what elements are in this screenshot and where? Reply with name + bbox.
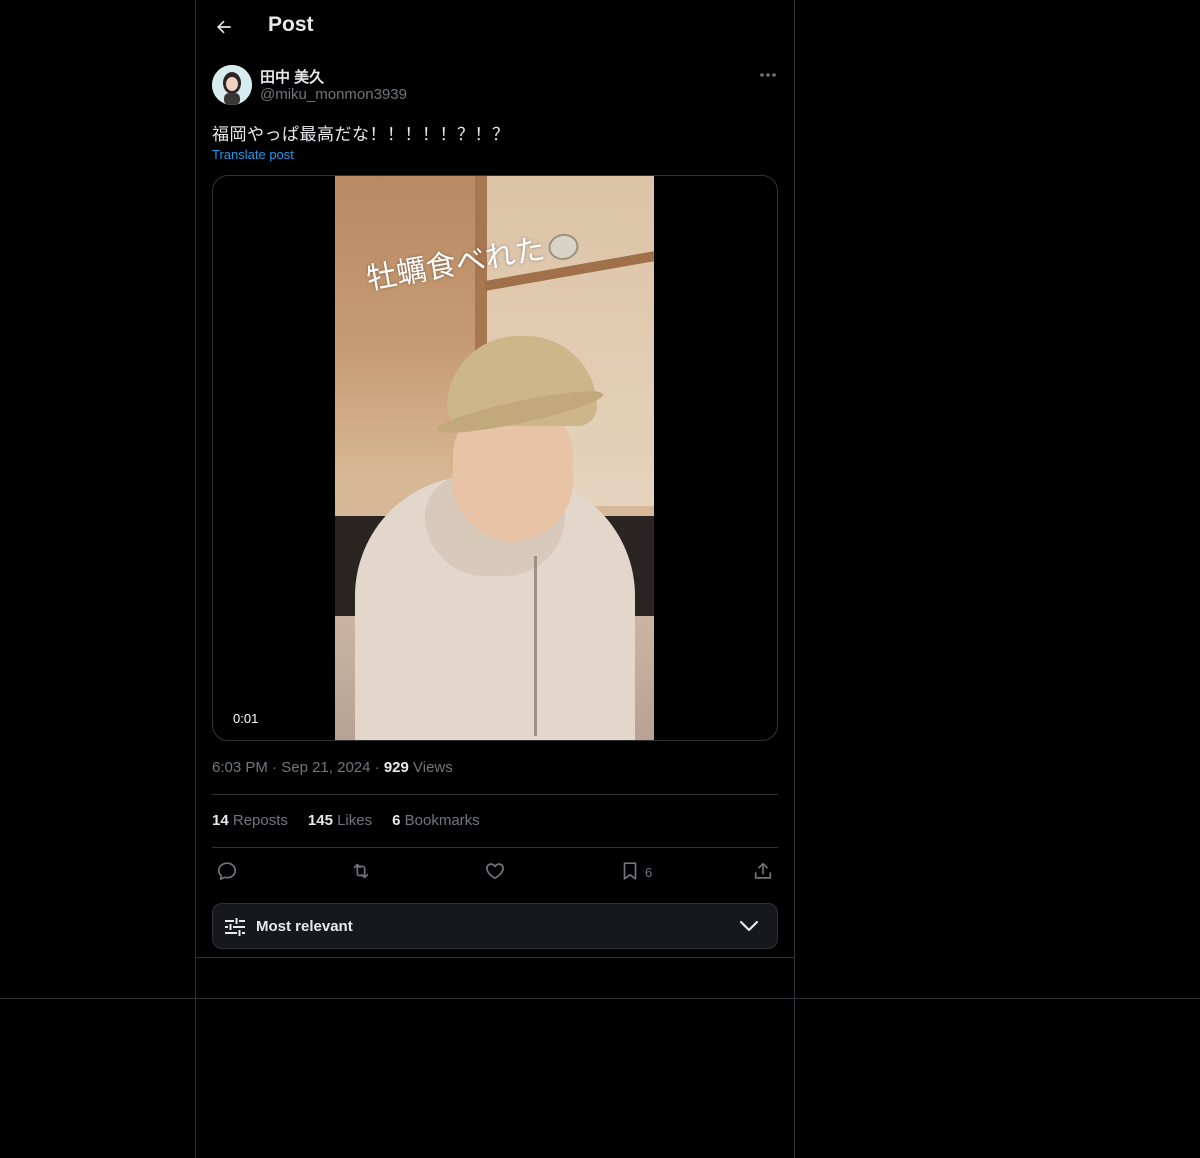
video-time-badge: 0:01 (227, 710, 265, 727)
post-actions: 6 (212, 858, 778, 886)
video-frame: 牡蠣食べれた (335, 176, 654, 740)
author-handle[interactable]: @miku_monmon3939 (260, 86, 407, 103)
divider (0, 998, 1200, 999)
chevron-down-icon (739, 920, 759, 932)
divider (212, 794, 778, 795)
post-meta: 6:03 PM · Sep 21, 2024 · 929 Views (212, 759, 453, 776)
translate-post-link[interactable]: Translate post (212, 147, 294, 162)
avatar[interactable] (212, 65, 252, 105)
reply-icon (217, 862, 237, 881)
divider (196, 957, 794, 958)
bookmarks-label: Bookmarks (404, 812, 480, 829)
reposts-stat[interactable]: 14 Reposts (212, 812, 288, 829)
meta-separator: · (272, 759, 278, 776)
bookmarks-count: 6 (392, 812, 401, 829)
reposts-count: 14 (212, 812, 229, 829)
sort-replies-dropdown[interactable]: Most relevant (212, 903, 778, 949)
share-icon (754, 862, 772, 879)
views-label: Views (413, 759, 453, 776)
oyster-emoji-icon (546, 231, 581, 262)
sliders-icon (225, 918, 245, 936)
meta-separator: · (374, 759, 380, 776)
post-text: 福岡やっぱ最高だな！！！！！？！？ (212, 125, 510, 144)
post-header: Post (196, 0, 794, 54)
author-display-name[interactable]: 田中 美久 (260, 66, 324, 87)
back-button[interactable] (208, 11, 240, 43)
arrow-left-icon (217, 20, 231, 34)
likes-count: 145 (307, 812, 333, 829)
views-count: 929 (383, 759, 409, 776)
post-date[interactable]: Sep 21, 2024 (281, 759, 370, 776)
share-button[interactable] (752, 858, 774, 884)
post-time[interactable]: 6:03 PM (212, 759, 268, 776)
repost-icon (353, 863, 369, 879)
post-video[interactable]: 牡蠣食べれた 0:01 (212, 175, 778, 741)
heart-icon (486, 863, 504, 880)
column-left-border (195, 0, 196, 1158)
more-options-button[interactable] (754, 64, 782, 86)
bookmark-button[interactable]: 6 (619, 858, 652, 884)
divider (212, 847, 778, 848)
likes-label: Likes (337, 812, 373, 829)
sort-label: Most relevant (256, 918, 353, 935)
bookmarks-stat[interactable]: 6 Bookmarks (392, 812, 480, 829)
like-button[interactable] (484, 858, 506, 884)
bookmark-icon (623, 862, 637, 880)
bookmark-count: 6 (645, 865, 653, 880)
likes-stat[interactable]: 145 Likes (308, 812, 372, 829)
reposts-label: Reposts (232, 812, 288, 829)
post-stats: 14 Reposts 145 Likes 6 Bookmarks (212, 812, 480, 829)
page-title: Post (268, 13, 314, 36)
repost-button[interactable] (349, 858, 373, 884)
column-right-border (794, 0, 795, 1158)
more-horizontal-icon (760, 73, 776, 77)
reply-button[interactable] (216, 858, 238, 884)
